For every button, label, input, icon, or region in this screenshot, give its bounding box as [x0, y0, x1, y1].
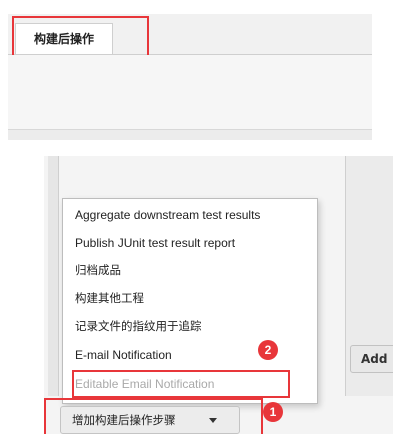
tab-panel-content [8, 55, 372, 129]
section-left-border [48, 156, 59, 396]
menu-item-aggregate-downstream-test-results[interactable]: Aggregate downstream test results [75, 204, 260, 226]
tab-panel-footer [8, 129, 372, 140]
step-badge-2: 2 [258, 340, 278, 360]
highlight-add-step-box [44, 398, 263, 434]
menu-item-archive-artifacts[interactable]: 归档成品 [75, 259, 121, 281]
tab-highlight-box [12, 16, 149, 58]
step-badge-1: 1 [263, 402, 283, 422]
add-button[interactable]: Add [350, 345, 393, 373]
menu-item-email-notification[interactable]: E-mail Notification [75, 344, 172, 366]
menu-item-record-fingerprints[interactable]: 记录文件的指纹用于追踪 [75, 315, 202, 337]
highlight-editable-email-box [72, 370, 290, 398]
menu-item-publish-junit-report[interactable]: Publish JUnit test result report [75, 232, 235, 254]
menu-item-build-other-projects[interactable]: 构建其他工程 [75, 287, 144, 309]
